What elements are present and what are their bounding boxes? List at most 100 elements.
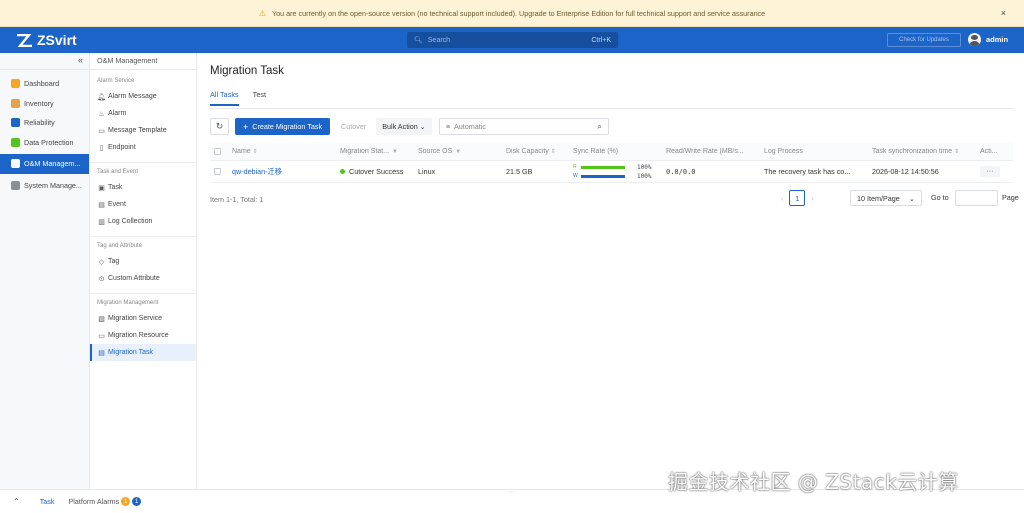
sidebar-item-system-management[interactable]: System Manage... [0,176,89,196]
sidebar-item-om-management[interactable]: O&M Managem... [0,154,89,174]
submenu-item-message-template[interactable]: ▭ Message Template [90,122,196,139]
refresh-button[interactable]: ↻ [210,118,229,135]
tab-bar: All Tasks Test [210,90,280,106]
watermark: 掘金技术社区 @ ZStack云计算 [668,470,959,494]
bulk-action-label: Bulk Action [382,122,418,131]
column-header-action: Acti... [976,148,1013,155]
column-header-sync-rate[interactable]: Sync Rate (%) [569,148,662,155]
check-updates-button[interactable]: Check for Updates [887,33,961,47]
migration-service-icon: ▧ [98,315,105,323]
disk-cell: 21.5 GB [506,167,533,176]
select-all-cell[interactable] [210,148,228,155]
close-icon[interactable]: × [1001,8,1006,18]
column-header-name[interactable]: Name ⇕ [228,148,336,155]
sort-icon[interactable]: ⇕ [253,148,258,155]
submenu-item-task[interactable]: ▣ Task [90,179,196,196]
global-search[interactable]: 🔍︎ Search Ctrl+K [407,32,618,48]
submenu-item-custom-attribute[interactable]: ⊙ Custom Attribute [90,270,196,287]
avatar [968,33,981,46]
column-header-log[interactable]: Log Process [760,148,868,155]
submenu-item-log-collection[interactable]: ▥ Log Collection [90,213,196,230]
submenu-item-event[interactable]: ▤ Event [90,196,196,213]
row-select-cell[interactable] [210,168,228,175]
column-header-disk[interactable]: Disk Capacity ⇕ [502,148,569,155]
alarm-icon: ♨ [98,110,105,118]
sort-icon[interactable]: ⇕ [954,148,959,155]
page-number-button[interactable]: 1 [789,190,806,206]
table-row[interactable]: qw-debian-迁移 Cutover Success Linux 21.5 … [210,161,1013,183]
sidebar-item-label: O&M Managem... [24,159,81,169]
sidebar-item-inventory[interactable]: Inventory [0,94,89,114]
cutover-button[interactable]: Cutover [335,118,372,135]
sidebar-item-reliability[interactable]: Reliability [0,113,89,133]
column-label: Disk Capacity [506,148,549,155]
tab-test[interactable]: Test [253,90,266,106]
next-page-icon[interactable]: › [811,194,813,203]
collapse-sidebar-icon[interactable]: « [0,53,89,70]
prev-page-icon[interactable]: ‹ [781,194,783,203]
column-header-time[interactable]: Task synchronization time ⇕ [868,148,976,155]
submenu-item-label: Tag [108,258,120,265]
submenu-item-alarm-message[interactable]: 🔔︎ Alarm Message [90,88,196,105]
platform-alarms-tab[interactable]: Platform Alarms 1 1 [68,497,142,506]
filter-funnel-icon[interactable]: ▼ [392,149,398,155]
divider [90,162,196,163]
page-size-select[interactable]: 10 Item/Page ⌄ [850,190,922,206]
sync-write-bar [581,174,625,178]
submenu-title: O&M Management [90,53,196,70]
row-checkbox[interactable] [214,168,221,175]
submenu-item-tag[interactable]: ◇ Tag [90,253,196,270]
sidebar-item-label: Inventory [24,98,54,108]
page-size-label: 10 Item/Page [857,193,900,203]
sort-icon[interactable]: ⇕ [551,148,556,155]
submenu-item-migration-resource[interactable]: ▭ Migration Resource [90,327,196,344]
goto-page-input[interactable] [955,190,998,206]
log-cell: The recovery task has co... [764,167,851,176]
column-header-status[interactable]: Migration Stat... ▼ [336,148,414,155]
expand-up-icon[interactable]: ⌃ [13,497,20,506]
sidebar-item-label: System Manage... [24,180,82,190]
create-migration-task-button[interactable]: + Create Migration Task [235,118,331,135]
sidebar-item-dashboard[interactable]: Dashboard [0,74,89,94]
platform-alarms-label: Platform Alarms [68,497,120,506]
action-cell: ··· [976,166,1013,177]
submenu-item-label: Migration Task [108,349,154,356]
submenu-item-alarm[interactable]: ♨ Alarm [90,105,196,122]
filter-input[interactable]: ≡ Automatic ⌕ [438,118,609,135]
task-panel-tab[interactable]: Task [40,497,55,506]
goto-label: Go to [931,193,949,202]
pagination-row: Item 1-1, Total: 1 ‹ 1 › 10 Item/Page ⌄ … [210,190,1019,207]
user-menu[interactable]: admin [968,33,1008,46]
column-header-os[interactable]: Source OS ▼ [414,148,502,155]
filter-funnel-icon[interactable]: ▼ [455,149,461,155]
create-label: Create Migration Task [252,122,323,131]
resize-handle-icon[interactable]: ··· [508,489,515,496]
task-name-link[interactable]: qw-debian-迁移 [228,167,336,177]
system-management-icon [11,180,20,190]
time-cell: 2026-08-12 14:50:56 [872,167,939,176]
submenu-item-endpoint[interactable]: ▯ Endpoint [90,139,196,156]
reliability-icon [11,118,20,128]
column-label: Task synchronization time [872,148,953,155]
sync-rate-cell: R 100% W 100% [569,164,662,180]
submenu-item-label: Log Collection [108,218,153,225]
submenu-item-label: Custom Attribute [108,275,160,282]
select-all-checkbox[interactable] [214,148,221,155]
submenu-item-migration-task[interactable]: ▤ Migration Task [90,344,196,361]
sync-read-value: 100% [637,163,652,171]
submenu-item-label: Endpoint [108,144,136,151]
search-icon[interactable]: ⌕ [597,122,601,132]
brand-logo[interactable]: ZSvirt [16,32,77,48]
tab-all-tasks[interactable]: All Tasks [210,90,239,106]
check-updates-label: Check for Updates [899,37,949,43]
brand-name: ZSvirt [37,32,77,48]
column-label: Name [232,148,251,155]
submenu-item-label: Alarm Message [108,93,157,100]
more-actions-button[interactable]: ··· [980,166,1000,177]
submenu-item-migration-service[interactable]: ▧ Migration Service [90,310,196,327]
column-header-rw-rate[interactable]: Read/Write Rate (MB/s... [662,148,760,155]
sidebar-item-data-protection[interactable]: Data Protection [0,133,89,153]
divider [90,293,196,294]
bulk-action-dropdown[interactable]: Bulk Action ⌄ [376,118,432,135]
chevron-down-icon: ⌄ [419,122,426,131]
